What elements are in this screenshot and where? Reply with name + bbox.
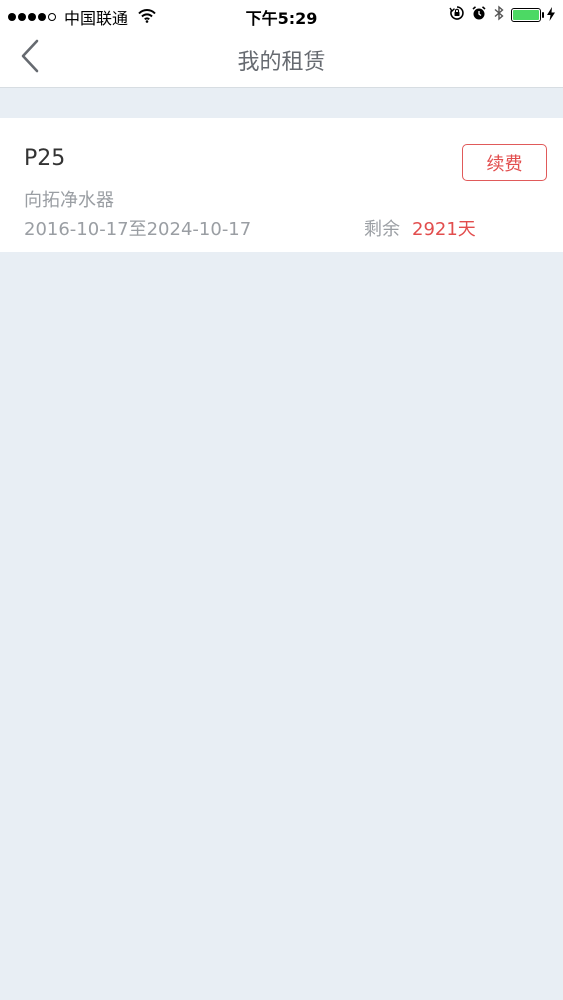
device-model: P25	[24, 146, 66, 171]
renew-button[interactable]: 续费	[462, 144, 547, 181]
rental-period: 2016-10-17至2024-10-17	[24, 219, 252, 240]
remaining-value: 2921天	[412, 219, 476, 240]
orientation-lock-icon	[449, 5, 465, 25]
remaining-label: 剩余	[364, 219, 400, 240]
product-name: 向拓净水器	[24, 190, 114, 211]
rental-card: P25 向拓净水器 2016-10-17至2024-10-17 剩余 2921天…	[0, 118, 563, 252]
status-bar: 中国联通 下午5:29	[0, 0, 563, 30]
charging-icon	[547, 6, 555, 25]
remaining-days: 剩余 2921天	[364, 215, 476, 241]
nav-bar: 我的租赁	[0, 30, 563, 88]
page-title: 我的租赁	[237, 50, 326, 75]
alarm-icon	[471, 5, 487, 25]
status-right	[449, 5, 555, 25]
bluetooth-icon	[493, 5, 505, 25]
battery-icon	[511, 8, 544, 22]
